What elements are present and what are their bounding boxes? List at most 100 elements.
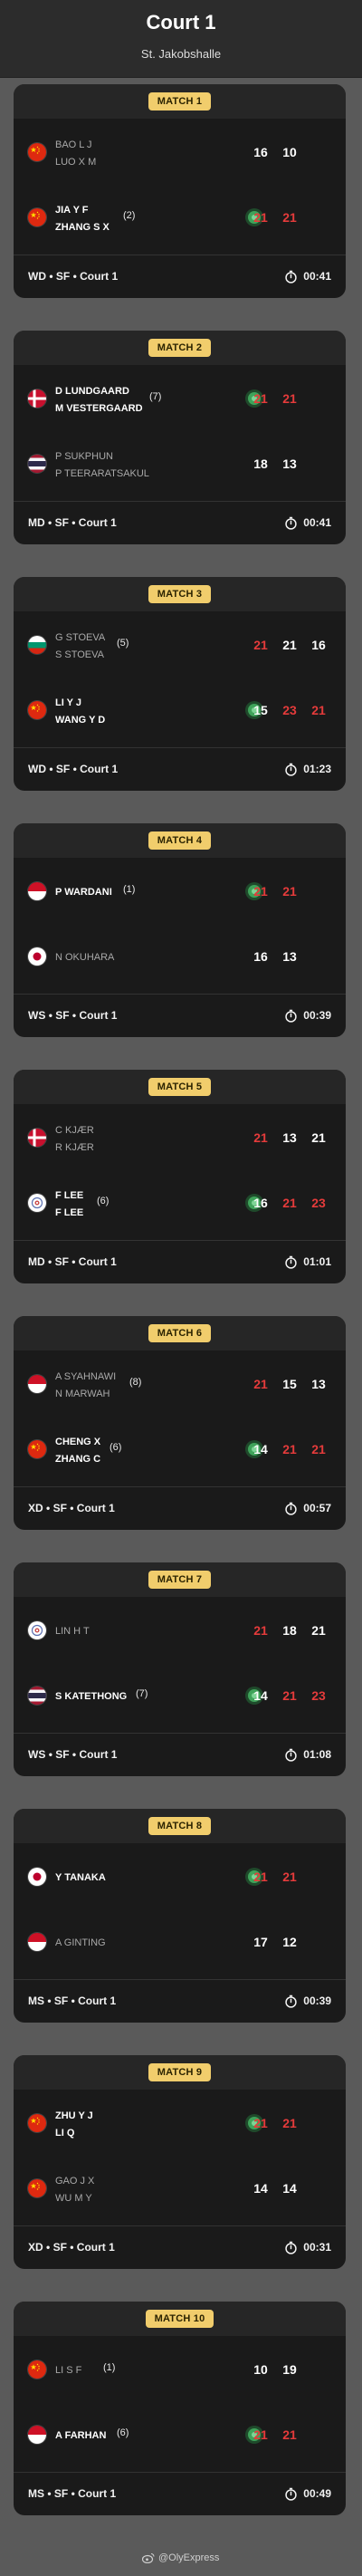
stopwatch-icon [285,1748,297,1762]
team-row: LIN H T 21 18 21 [14,1610,346,1651]
score-cells: 14 14 [246,2181,333,2196]
match-card[interactable]: MATCH 7 LIN H T 21 18 21 S KATETHONG (7) 1… [14,1562,346,1776]
match-footer: MS • SF • Court 1 00:39 [14,1980,346,2022]
indonesia-flag-icon [28,2426,46,2444]
game-score: 21 [282,210,297,225]
match-info: XD • SF • Court 1 [28,2241,115,2254]
game-score: 23 [311,1688,326,1703]
match-duration: 00:41 [284,270,331,284]
match-card[interactable]: MATCH 2 D LUNDGAARD M VESTERGAARD (7) 21 2… [14,331,346,544]
match-footer: XD • SF • Court 1 00:57 [14,1487,346,1529]
seed-badge: (1) [123,884,136,895]
denmark-flag-icon [28,1129,46,1147]
separator-dot: • [70,1502,77,1514]
match-duration: 01:01 [284,1255,331,1269]
player-name: ZHU Y J [55,2110,93,2121]
match-card[interactable]: MATCH 1 BAO L J LUO X M 16 10 JIA Y F ZHANG… [14,84,346,298]
separator-dot: • [71,1994,79,2007]
match-header: MATCH 5 [14,1070,346,1104]
team-row: LI S F (1) 10 19 [14,2349,346,2390]
court-name: Court 1 [76,2241,115,2254]
game-score: 21 [282,884,297,899]
score-cells: 21 21 [246,2427,333,2442]
team-row: A SYAHNAWI N MARWAH (8) 21 15 13 [14,1363,346,1405]
match-footer: WD • SF • Court 1 01:23 [14,748,346,790]
match-footer: WD • SF • Court 1 00:41 [14,255,346,297]
round-code: SF [53,2487,69,2500]
game-score: 13 [282,457,297,471]
team-row: Y TANAKA 21 21 [14,1856,346,1898]
match-header: MATCH 4 [14,823,346,858]
event-code: MS [28,2487,44,2500]
separator-dot: • [72,763,81,775]
team-row: P WARDANI (1) 21 21 [14,870,346,912]
match-number-badge: MATCH 5 [148,1078,212,1096]
match-info: MS • SF • Court 1 [28,1994,116,2007]
watermark-text: @OlyExpress [158,2552,220,2563]
game-score: 21 [311,703,326,717]
team-names: F LEE F LEE [55,1187,83,1222]
player-name: N MARWAH [55,1389,110,1399]
match-footer: MS • SF • Court 1 00:49 [14,2473,346,2514]
court-name: Court 1 [78,516,117,529]
team-names: A SYAHNAWI N MARWAH [55,1369,116,1403]
match-body: Y TANAKA 21 21 A GINTING 17 12 [14,1843,346,1980]
separator-dot: • [47,1994,54,2007]
china-flag-icon [28,2179,46,2197]
match-duration: 00:49 [284,2487,331,2501]
weibo-icon [142,2552,155,2563]
team-row: P SUKPHUN P TEERARATSAKUL 18 13 [14,443,346,485]
score-cells: 21 21 [246,391,333,406]
team-row: BAO L J LUO X M 16 10 [14,131,346,173]
player-name: M VESTERGAARD [55,403,143,414]
stopwatch-icon [285,2241,297,2254]
match-header: MATCH 10 [14,2302,346,2336]
china-flag-icon [28,701,46,719]
match-card[interactable]: MATCH 10 LI S F (1) 10 19 A FARHAN (6) 21… [14,2302,346,2515]
indonesia-flag-icon [28,1375,46,1393]
player-name: N OKUHARA [55,952,115,963]
match-card[interactable]: MATCH 9 ZHU Y J LI Q 21 21 GAO J X WU M Y 1… [14,2055,346,2269]
game-score: 21 [253,1623,268,1638]
score-cells: 14 21 21 [246,1442,333,1456]
separator-dot: • [48,1255,55,1268]
player-name: LI Q [55,2128,75,2139]
game-score: 21 [253,2116,268,2130]
team-names: LIN H T [55,1623,90,1640]
game-score: 14 [253,1442,268,1456]
player-name: P SUKPHUN [55,451,113,462]
team-names: N OKUHARA [55,949,114,966]
score-cells: 15 23 21 [246,703,333,717]
score-cells: 16 13 [246,949,333,964]
team-names: LI S F [55,2362,81,2379]
japan-flag-icon [28,947,46,966]
match-header: MATCH 9 [14,2055,346,2090]
indonesia-flag-icon [28,1933,46,1951]
duration-text: 00:41 [303,270,331,283]
team-names: ZHU Y J LI Q [55,2108,93,2142]
stopwatch-icon [285,1255,297,1269]
match-card[interactable]: MATCH 4 P WARDANI (1) 21 21 N OKUHARA 16 1… [14,823,346,1037]
match-card[interactable]: MATCH 5 C KJÆR R KJÆR 21 13 21 F LEE F LEE (… [14,1070,346,1283]
match-duration: 01:08 [284,1748,331,1762]
game-score: 21 [253,1377,268,1391]
match-body: G STOEVA S STOEVA (5) 21 21 16 LI Y J WANG Y… [14,611,346,748]
page-title: Court 1 [146,11,216,34]
game-score: 13 [282,949,297,964]
match-card[interactable]: MATCH 8 Y TANAKA 21 21 A GINTING 17 12 MS … [14,1809,346,2023]
round-code: SF [53,1994,69,2007]
team-names: P WARDANI [55,884,112,901]
game-score: 13 [282,1130,297,1145]
court-name: Court 1 [78,1994,117,2007]
separator-dot: • [49,270,56,283]
match-card[interactable]: MATCH 6 A SYAHNAWI N MARWAH (8) 21 15 13 CH… [14,1316,346,1530]
watermark: @OlyExpress [142,2552,219,2563]
separator-dot: • [71,1255,79,1268]
round-code: SF [55,1009,70,1022]
player-name: S KATETHONG [55,1691,128,1702]
match-card[interactable]: MATCH 3 G STOEVA S STOEVA (5) 21 21 16 LI Y… [14,577,346,791]
match-header: MATCH 6 [14,1316,346,1350]
match-body: BAO L J LUO X M 16 10 JIA Y F ZHANG S X (2)… [14,119,346,255]
china-flag-icon [28,143,46,161]
player-name: ZHANG C [55,1454,101,1465]
